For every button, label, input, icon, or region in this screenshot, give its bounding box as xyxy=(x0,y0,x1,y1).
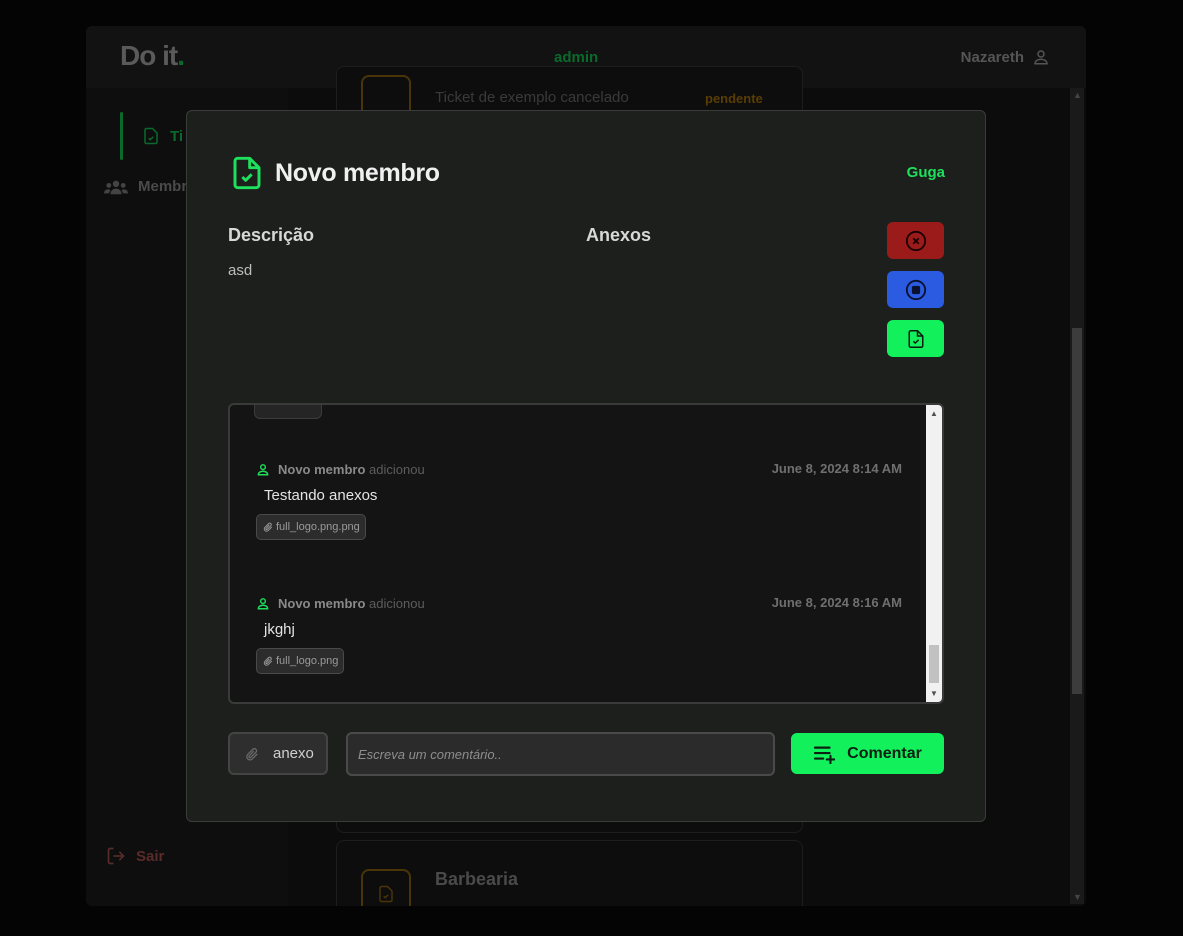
modal-header: Novo membro xyxy=(231,155,440,191)
comment-text: Testando anexos xyxy=(264,487,378,504)
attach-file-button[interactable]: anexo xyxy=(228,732,328,775)
user-icon xyxy=(257,597,269,609)
comments-list[interactable]: Novo membro adicionou June 8, 2024 8:14 … xyxy=(228,403,944,704)
scroll-down-arrow[interactable]: ▼ xyxy=(1073,892,1082,902)
scroll-up-arrow[interactable]: ▲ xyxy=(930,409,938,418)
user-menu[interactable]: Nazareth xyxy=(961,48,1050,66)
scroll-up-arrow[interactable]: ▲ xyxy=(1073,90,1082,100)
scroll-down-arrow[interactable]: ▼ xyxy=(930,689,938,698)
ticket-card[interactable]: Barbearia xyxy=(336,840,803,906)
submit-comment-button[interactable]: Comentar xyxy=(791,733,944,774)
paperclip-icon xyxy=(263,522,273,532)
submit-label: Comentar xyxy=(847,744,922,762)
attachment-chip[interactable]: full_logo.png.png xyxy=(256,514,366,540)
comment-author: Novo membro xyxy=(278,595,366,611)
comment-author: Novo membro xyxy=(278,461,366,477)
attachment-filename: full_logo.png xyxy=(276,655,339,667)
ticket-status: pendente xyxy=(705,91,763,106)
ticket-card-icon xyxy=(361,869,411,906)
ticket-title: Barbearia xyxy=(435,869,519,889)
logout-label: Sair xyxy=(136,847,165,865)
file-check-icon xyxy=(144,127,158,145)
paperclip-icon xyxy=(263,656,273,666)
user-icon xyxy=(257,463,269,475)
description-text: asd xyxy=(228,262,253,279)
comments-scrollbar[interactable]: ▲ ▼ xyxy=(926,405,942,702)
logout-icon xyxy=(107,847,125,865)
user-icon xyxy=(1034,50,1048,65)
x-circle-icon xyxy=(905,230,926,251)
cancel-ticket-button[interactable] xyxy=(887,222,944,259)
attachment-chip[interactable]: full_logo.png xyxy=(256,648,345,674)
active-indicator xyxy=(120,112,123,160)
comment-verb: adicionou xyxy=(369,595,425,611)
users-icon xyxy=(104,180,128,194)
app-logo[interactable]: Do it. xyxy=(120,40,185,72)
comment-date: June 8, 2024 8:16 AM xyxy=(771,595,902,610)
description-heading: Descrição xyxy=(228,225,315,245)
attachment-chip[interactable] xyxy=(254,405,322,419)
comment-input[interactable] xyxy=(346,732,775,776)
modal-title: Novo membro xyxy=(275,158,440,187)
comment-item: Novo membro adicionou June 8, 2024 8:14 … xyxy=(256,459,902,540)
file-check-icon xyxy=(908,329,923,348)
stop-circle-icon xyxy=(905,279,926,300)
attach-label: anexo xyxy=(273,745,314,762)
page-scrollbar[interactable]: ▲ ▼ xyxy=(1070,88,1084,904)
pause-ticket-button[interactable] xyxy=(887,271,944,308)
file-check-icon xyxy=(379,885,393,903)
comment-text: jkghj xyxy=(264,621,295,638)
logout-button[interactable]: Sair xyxy=(106,846,164,866)
sidebar-item-label: Ti xyxy=(170,127,184,145)
sidebar-item-members[interactable]: Membr xyxy=(104,178,187,195)
list-add-icon xyxy=(814,746,836,764)
user-role: admin xyxy=(554,49,599,66)
sidebar-item-label: Membr xyxy=(138,178,188,195)
comment-date: June 8, 2024 8:14 AM xyxy=(771,461,902,476)
sidebar-item-tickets[interactable]: Ti xyxy=(142,126,183,146)
paperclip-icon xyxy=(246,747,258,761)
assignee-name: Guga xyxy=(906,164,945,181)
user-name: Nazareth xyxy=(960,48,1024,66)
ticket-modal: Novo membro Guga Descrição asd Anexos No… xyxy=(186,110,986,822)
scroll-thumb[interactable] xyxy=(1072,328,1082,694)
ticket-title: Ticket de exemplo cancelado xyxy=(435,89,629,106)
comment-item: Novo membro adicionou June 8, 2024 8:16 … xyxy=(256,593,902,674)
attachment-filename: full_logo.png.png xyxy=(276,521,360,533)
comment-verb: adicionou xyxy=(369,461,425,477)
complete-ticket-button[interactable] xyxy=(887,320,944,357)
attachments-heading: Anexos xyxy=(586,225,652,245)
file-check-icon xyxy=(233,156,261,190)
scroll-thumb[interactable] xyxy=(929,645,939,683)
